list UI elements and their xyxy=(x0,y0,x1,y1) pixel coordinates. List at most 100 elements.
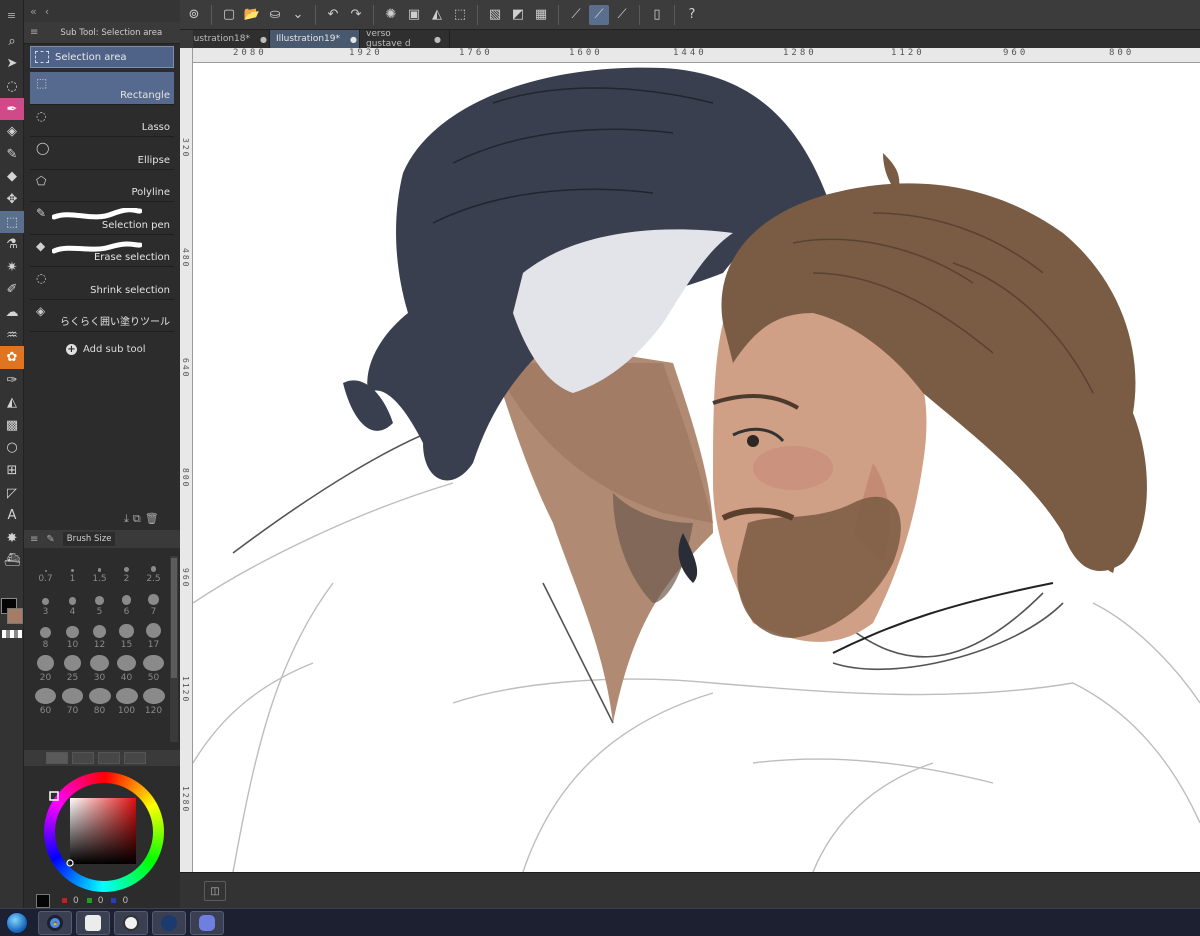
brush-size-option[interactable]: 40 xyxy=(113,655,140,683)
smartphone-icon[interactable]: ▯ xyxy=(647,5,667,25)
gradient-tool-icon[interactable]: ▩ xyxy=(0,414,24,437)
color-slider-tab[interactable] xyxy=(72,752,94,764)
brush-size-option[interactable]: 20 xyxy=(32,655,59,683)
color-set-tab[interactable] xyxy=(98,752,120,764)
discord-icon[interactable] xyxy=(190,910,224,935)
move-tool-icon[interactable]: ✥ xyxy=(0,188,24,211)
brush-size-option[interactable]: 30 xyxy=(86,655,113,683)
brush-size-option[interactable]: 1.5 xyxy=(86,556,113,584)
brush-size-option[interactable]: 7 xyxy=(140,589,167,617)
unsaved-dot-icon[interactable]: ● xyxy=(350,35,357,44)
color-mini-swatch[interactable] xyxy=(36,894,50,908)
undo-icon[interactable]: ↶ xyxy=(323,5,343,25)
clip-studio-icon[interactable] xyxy=(76,910,110,935)
drawing-canvas[interactable] xyxy=(193,63,1200,872)
intermediate-color-tab[interactable] xyxy=(124,752,146,764)
tab-illustration19[interactable]: Illustration19* ● xyxy=(270,30,360,48)
clear-icon[interactable]: ▣ xyxy=(404,5,424,25)
color-wheel-tab[interactable] xyxy=(46,752,68,764)
subtool-group-selection-area[interactable]: Selection area xyxy=(30,46,174,68)
snap-ruler-icon[interactable]: ⟋ xyxy=(566,5,586,25)
transform-icon[interactable]: ⬚ xyxy=(450,5,470,25)
brush-size-option[interactable]: 8 xyxy=(32,622,59,650)
brush-size-option[interactable]: 25 xyxy=(59,655,86,683)
navigator-toggle-icon[interactable]: ◫ xyxy=(204,881,226,901)
chrome-icon[interactable] xyxy=(38,910,72,935)
3d-tool-icon[interactable]: ◈ xyxy=(0,120,24,143)
chevron-down-icon[interactable]: ⌄ xyxy=(288,5,308,25)
brush-size-option[interactable]: 5 xyxy=(86,589,113,617)
brush-size-option[interactable]: 70 xyxy=(59,688,86,716)
trash-icon[interactable]: 🗑 xyxy=(145,512,159,526)
auto-select-tool-icon[interactable]: ⚗ xyxy=(0,233,24,256)
snap-special-ruler-icon[interactable]: ⟋ xyxy=(589,4,609,25)
subtool-selection-pen[interactable]: ✎ Selection pen xyxy=(30,202,174,235)
subtool-enclose-fill[interactable]: ◈ らくらく囲い塗りツール xyxy=(30,300,174,332)
show-selection-icon[interactable]: ▦ xyxy=(531,5,551,25)
text-tool-icon[interactable]: A xyxy=(0,504,24,527)
unsaved-dot-icon[interactable]: ● xyxy=(260,35,267,44)
brush-size-option[interactable]: 3 xyxy=(32,589,59,617)
brush-size-option[interactable]: 2.5 xyxy=(140,556,167,584)
brush-size-option[interactable]: 1 xyxy=(59,556,86,584)
brush-size-option[interactable]: 17 xyxy=(140,622,167,650)
move-layer-tool-icon[interactable]: ◌ xyxy=(0,75,24,98)
menu-icon[interactable]: ≡ xyxy=(30,27,38,38)
brush-size-option[interactable]: 120 xyxy=(140,688,167,716)
selection-tool-icon[interactable]: ⬚ xyxy=(0,210,24,234)
blend-tool-icon[interactable]: ☁ xyxy=(0,301,24,324)
windows-start-icon[interactable] xyxy=(0,909,34,936)
steam-icon[interactable] xyxy=(152,910,186,935)
deselect-icon[interactable]: ▧ xyxy=(485,5,505,25)
brush-size-option[interactable]: 10 xyxy=(59,622,86,650)
snap-grid-icon[interactable]: ⟋ xyxy=(612,5,632,25)
help-icon[interactable]: ? xyxy=(682,5,702,25)
brush-size-option[interactable]: 60 xyxy=(32,688,59,716)
color-wheel[interactable] xyxy=(40,768,168,896)
eyedropper-tool-icon[interactable]: ✎ xyxy=(0,143,24,166)
invert-selection-icon[interactable]: ◩ xyxy=(508,5,528,25)
pencil-tool-icon[interactable]: ✐ xyxy=(0,279,24,302)
decoration-tool-icon[interactable]: ♒ xyxy=(0,324,24,347)
save-icon[interactable]: ⛀ xyxy=(265,5,285,25)
correct-line-tool-icon[interactable]: ⛴ xyxy=(0,550,24,573)
fill-icon[interactable]: ◭ xyxy=(427,5,447,25)
clip-studio-paint-icon[interactable] xyxy=(114,910,148,935)
clip-studio-icon[interactable]: ⊚ xyxy=(184,5,204,25)
subtool-ellipse[interactable]: ◯ Ellipse xyxy=(30,137,174,170)
eraser-tool-icon[interactable]: ◆ xyxy=(0,166,24,189)
add-sub-tool-button[interactable]: + Add sub tool xyxy=(66,344,180,355)
subtool-erase-selection[interactable]: ◆ Erase selection xyxy=(30,235,174,267)
brush-size-option[interactable]: 12 xyxy=(86,622,113,650)
open-file-icon[interactable]: 📂 xyxy=(242,5,262,25)
fill-tool-icon[interactable]: ◭ xyxy=(0,392,24,415)
chevron-left-icon[interactable]: ‹ xyxy=(45,5,49,18)
balloon-tool-icon[interactable]: ✸ xyxy=(0,527,24,550)
tab-illustration18[interactable]: Illustration18* ● xyxy=(180,30,270,48)
subtool-rectangle[interactable]: ⬚ Rectangle xyxy=(30,72,174,105)
collapse-left-icon[interactable]: « xyxy=(30,5,37,18)
new-file-icon[interactable]: ▢ xyxy=(219,5,239,25)
ruler-tool-icon[interactable]: ◸ xyxy=(0,482,24,505)
transparent-color-swatch[interactable] xyxy=(2,630,22,638)
redo-icon[interactable]: ↷ xyxy=(346,5,366,25)
brush-size-option[interactable]: 80 xyxy=(86,688,113,716)
magic-wand-icon[interactable]: ✷ xyxy=(0,256,24,279)
figure-tool-icon[interactable]: ○ xyxy=(0,437,24,460)
operation-tool-icon[interactable]: ➤ xyxy=(0,53,24,76)
brush-tool-icon[interactable]: ✿ xyxy=(0,346,24,369)
subtool-polyline[interactable]: ⬠ Polyline xyxy=(30,170,174,202)
subtool-shrink-selection[interactable]: ◌ Shrink selection xyxy=(30,267,174,300)
menu-icon[interactable]: ≡ xyxy=(30,534,38,545)
brush-size-option[interactable]: 2 xyxy=(113,556,140,584)
zoom-tool-icon[interactable]: ⌕ xyxy=(0,30,24,53)
pen-tool-icon[interactable]: ✒ xyxy=(0,97,24,121)
brush-tab-icon[interactable]: ✎ xyxy=(46,534,54,545)
brush-size-option[interactable]: 6 xyxy=(113,589,140,617)
brush-size-option[interactable]: 50 xyxy=(140,655,167,683)
brush-size-option[interactable]: 0.7 xyxy=(32,556,59,584)
import-icon[interactable]: ⤓ xyxy=(124,512,129,526)
loading-icon[interactable]: ✺ xyxy=(381,5,401,25)
tab-verso-gustave[interactable]: verso gustave d ● xyxy=(360,29,450,49)
brush-size-scrollbar[interactable] xyxy=(170,556,178,742)
